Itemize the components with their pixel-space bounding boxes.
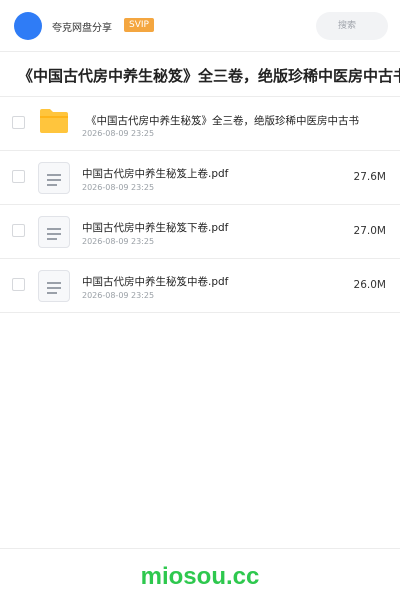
file-size: 27.6M — [353, 171, 386, 183]
file-row-document[interactable]: 中国古代房中养生秘笈中卷.pdf 2026-08-09 23:25 26.0M — [0, 259, 400, 313]
file-row-folder[interactable]: 《中国古代房中养生秘笈》全三卷，绝版珍稀中医房中古书 2026-08-09 23… — [0, 97, 400, 151]
file-size: 26.0M — [353, 279, 386, 291]
watermark: miosou.cc — [140, 563, 260, 590]
row-checkbox[interactable] — [12, 170, 25, 183]
svip-badge: SVIP — [124, 18, 154, 32]
page-title: 《中国古代房中养生秘笈》全三卷，绝版珍稀中医房中古书 — [18, 67, 400, 85]
file-date: 2026-08-09 23:25 — [82, 237, 155, 246]
file-name: 中国古代房中养生秘笈下卷.pdf — [82, 222, 229, 234]
file-name: 中国古代房中养生秘笈中卷.pdf — [82, 276, 229, 288]
file-row-document[interactable]: 中国古代房中养生秘笈上卷.pdf 2026-08-09 23:25 27.6M — [0, 151, 400, 205]
footer: miosou.cc — [0, 548, 400, 600]
file-row-document[interactable]: 中国古代房中养生秘笈下卷.pdf 2026-08-09 23:25 27.0M — [0, 205, 400, 259]
document-icon — [38, 270, 70, 302]
header: 夸克网盘分享 SVIP 搜索 — [0, 0, 400, 52]
file-list: 《中国古代房中养生秘笈》全三卷，绝版珍稀中医房中古书 2026-08-09 23… — [0, 97, 400, 313]
folder-icon — [40, 109, 68, 133]
avatar[interactable] — [14, 12, 42, 40]
row-checkbox[interactable] — [12, 116, 25, 129]
file-date: 2026-08-09 23:25 — [82, 183, 155, 192]
file-size: 27.0M — [353, 225, 386, 237]
document-icon — [38, 216, 70, 248]
search-input[interactable]: 搜索 — [316, 12, 388, 40]
document-icon — [38, 162, 70, 194]
row-checkbox[interactable] — [12, 224, 25, 237]
file-name: 《中国古代房中养生秘笈》全三卷，绝版珍稀中医房中古书 — [86, 115, 359, 127]
file-date: 2026-08-09 23:25 — [82, 291, 155, 300]
app-name: 夸克网盘分享 — [52, 23, 112, 34]
file-date: 2026-08-09 23:25 — [82, 129, 155, 138]
row-checkbox[interactable] — [12, 278, 25, 291]
share-title-bar: 《中国古代房中养生秘笈》全三卷，绝版珍稀中医房中古书 — [0, 53, 400, 97]
file-name: 中国古代房中养生秘笈上卷.pdf — [82, 168, 229, 180]
